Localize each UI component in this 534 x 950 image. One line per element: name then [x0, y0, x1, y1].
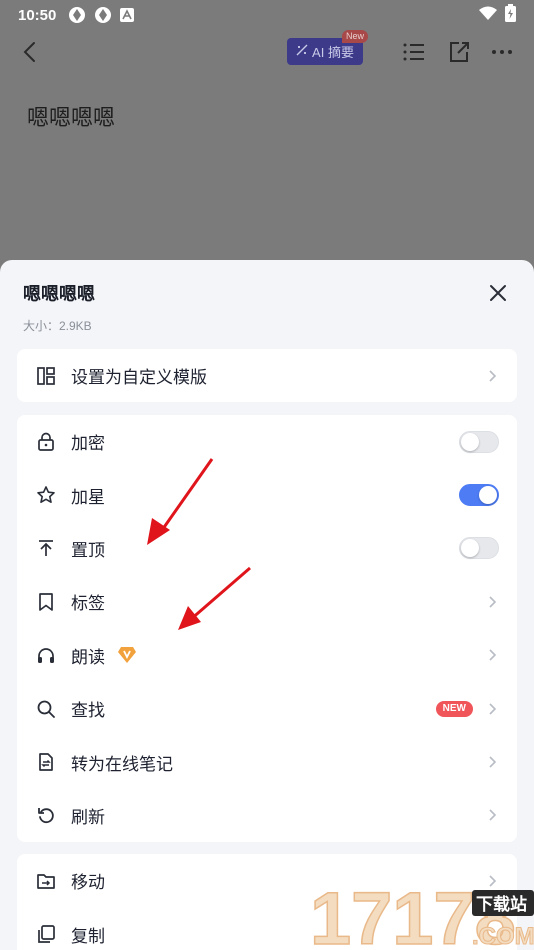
template-layout-icon [35, 365, 57, 387]
headphones-icon [35, 644, 57, 666]
star-toggle[interactable] [459, 484, 499, 507]
ai-summary-label: AI 摘要 [312, 45, 354, 60]
chevron-right-icon [485, 369, 499, 383]
refresh-item[interactable]: 刷新 [17, 789, 517, 842]
row-label: 加密 [71, 434, 105, 454]
status-time: 10:50 [18, 6, 57, 24]
ai-new-badge: New [342, 30, 369, 43]
watermark-site: 下载站 [476, 894, 527, 915]
vip-diamond-icon [117, 646, 137, 664]
chevron-right-icon [485, 702, 499, 716]
chevron-right-icon [485, 808, 499, 822]
sheet-title: 嗯嗯嗯嗯 [23, 284, 95, 304]
refresh-icon [35, 804, 57, 826]
row-label: 转为在线笔记 [71, 754, 173, 774]
pin-top-icon [35, 537, 57, 559]
close-icon[interactable] [486, 281, 510, 305]
a-notification-icon [120, 8, 135, 22]
copy-icon [35, 923, 57, 945]
row-label: 置顶 [71, 540, 105, 560]
template-card: 设置为自定义模版 [17, 349, 517, 402]
battery-icon [505, 3, 516, 27]
row-label: 标签 [71, 594, 105, 614]
search-icon [35, 698, 57, 720]
app-notification-icon [68, 6, 86, 24]
pin-top-item[interactable]: 置顶 [17, 522, 517, 575]
document-title: 嗯嗯嗯嗯 [27, 105, 116, 130]
file-size-label: 大小：2.9KB [23, 319, 92, 333]
note-options-sheet: 嗯嗯嗯嗯 大小：2.9KB 设置为自定义模版 加密 加星 置顶 标签 朗读 查找… [0, 260, 534, 950]
chevron-right-icon [485, 648, 499, 662]
star-icon [35, 484, 57, 506]
row-label: 移动 [71, 873, 105, 893]
row-label: 设置为自定义模版 [71, 368, 207, 388]
convert-doc-icon [35, 751, 57, 773]
ai-sparkle-icon [296, 44, 308, 59]
star-item[interactable]: 加星 [17, 468, 517, 521]
set-custom-template-item[interactable]: 设置为自定义模版 [17, 349, 517, 402]
find-item[interactable]: 查找 NEW [17, 682, 517, 735]
row-label: 刷新 [71, 807, 105, 827]
row-label: 查找 [71, 701, 105, 721]
back-arrow-icon[interactable] [18, 39, 44, 65]
read-aloud-item[interactable]: 朗读 [17, 629, 517, 682]
app-notification-icon [94, 6, 112, 24]
bookmark-icon [35, 591, 57, 613]
outline-list-icon[interactable] [401, 39, 427, 65]
status-bar: 10:50 [0, 0, 534, 30]
tag-item[interactable]: 标签 [17, 575, 517, 628]
wifi-icon [479, 6, 497, 25]
chevron-right-icon [485, 755, 499, 769]
app-bar: AI 摘要 New [0, 30, 534, 74]
row-label: 复制 [71, 926, 105, 946]
options-card: 加密 加星 置顶 标签 朗读 查找 NEW 转为在线笔记 刷新 [17, 415, 517, 842]
row-label: 朗读 [71, 647, 105, 667]
lock-icon [35, 431, 57, 453]
encrypt-item[interactable]: 加密 [17, 415, 517, 468]
row-label: 加星 [71, 487, 105, 507]
site-watermark: 17178 下载站 .COM [309, 862, 534, 950]
new-badge: NEW [435, 700, 473, 717]
watermark-domain: .COM [472, 923, 534, 950]
pin-top-toggle[interactable] [459, 537, 499, 560]
convert-online-note-item[interactable]: 转为在线笔记 [17, 735, 517, 788]
more-dots-icon[interactable] [489, 39, 515, 65]
chevron-right-icon [485, 595, 499, 609]
encrypt-toggle[interactable] [459, 430, 499, 453]
share-icon[interactable] [446, 39, 472, 65]
move-folder-icon [35, 870, 57, 892]
